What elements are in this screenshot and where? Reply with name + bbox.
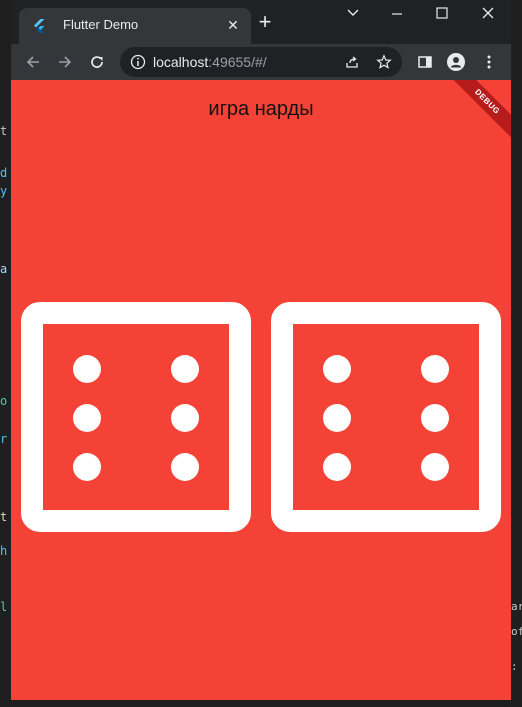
reload-icon[interactable]: [85, 50, 109, 74]
background-snippet: l: [0, 600, 8, 614]
background-snippet: r: [0, 432, 8, 446]
app-viewport: игра нарды DEBUG: [11, 80, 511, 700]
forward-arrow-icon[interactable]: [53, 50, 77, 74]
maximize-icon[interactable]: [430, 6, 454, 26]
background-snippet: art: [511, 600, 522, 613]
sidebar-icon[interactable]: [413, 50, 437, 74]
url-text: localhost:49655/#/: [153, 54, 267, 70]
background-snippet: o: [0, 394, 8, 408]
background-snippet: t: [0, 510, 8, 524]
tab-title: Flutter Demo: [63, 17, 139, 32]
address-bar[interactable]: localhost:49655/#/: [120, 47, 402, 77]
background-snippet: : D: [511, 660, 522, 673]
close-icon[interactable]: [476, 6, 500, 26]
url-path: :49655/#/: [208, 54, 267, 70]
background-snippet: y: [0, 184, 8, 198]
info-icon[interactable]: [130, 54, 146, 70]
chevron-down-icon[interactable]: [341, 6, 365, 26]
background-snippet: of: [511, 625, 522, 638]
browser-toolbar: localhost:49655/#/: [11, 44, 511, 80]
dice-right[interactable]: [271, 302, 501, 532]
dice-left[interactable]: [21, 302, 251, 532]
tab-flutter-demo[interactable]: Flutter Demo ✕: [19, 8, 251, 44]
profile-icon[interactable]: [444, 50, 468, 74]
tab-strip: Flutter Demo ✕ +: [11, 0, 511, 44]
flutter-favicon: [34, 19, 45, 33]
background-snippet: a: [0, 262, 8, 276]
background-snippet: h: [0, 544, 8, 558]
back-arrow-icon[interactable]: [21, 50, 45, 74]
share-icon[interactable]: [344, 54, 360, 70]
tab-close-icon[interactable]: ✕: [225, 17, 241, 33]
app-title: игра нарды: [208, 98, 314, 120]
star-icon[interactable]: [376, 54, 392, 70]
background-snippet: d: [0, 166, 8, 180]
url-host: localhost: [153, 54, 209, 70]
kebab-menu-icon[interactable]: [477, 50, 501, 74]
minimize-icon[interactable]: [385, 6, 409, 26]
new-tab-button[interactable]: +: [255, 11, 275, 33]
background-snippet: t: [0, 124, 8, 138]
browser-window: Flutter Demo ✕ + localhost:49655/#/ игра…: [11, 0, 511, 700]
